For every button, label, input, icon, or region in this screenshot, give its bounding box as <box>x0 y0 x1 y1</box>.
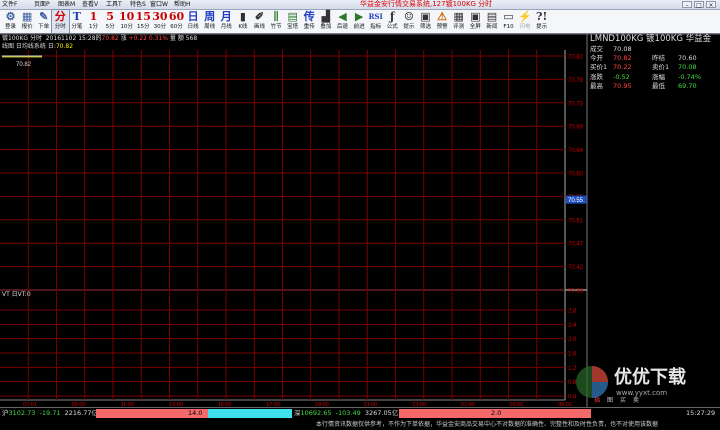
quote-value: 70.82 <box>613 54 632 63</box>
sz-up-bar: 2.0 <box>399 409 591 418</box>
volume-label-1: 2.4 <box>568 323 577 329</box>
price-label-5: 70.60 <box>568 172 584 178</box>
volume-label-3: 1.6 <box>568 352 577 358</box>
watermark: 优优下载 www.yyxt.com <box>572 360 720 406</box>
current-price-label: 70.82 <box>16 62 32 68</box>
quote-label: 涨幅 <box>652 72 665 81</box>
volume-label-2: 2.0 <box>568 337 577 343</box>
quote-label: 最高 <box>590 81 603 90</box>
quote-value: 70.08 <box>613 45 632 53</box>
price-label-4: 70.64 <box>568 148 584 154</box>
sh-change: -19.71 <box>39 409 61 417</box>
quote-label: 卖价1 <box>652 63 670 72</box>
sh-bar-value: 14.0 <box>188 409 203 417</box>
price-label-9: 70.42 <box>568 265 584 271</box>
sh-amount: 2216.77亿 <box>64 409 99 417</box>
watermark-logo-icon <box>576 366 608 398</box>
quote-value: -0.52 <box>613 72 630 81</box>
quote-label: 涨跌 <box>590 72 603 81</box>
volume-indicator-value: 0 <box>26 291 31 298</box>
price-label-8: 70.47 <box>568 242 584 248</box>
quote-value: 70.95 <box>613 81 632 90</box>
sh-down-bar <box>208 409 292 418</box>
sh-index: 沪3102.73 -19.71 2216.77亿 <box>2 408 98 419</box>
price-label-7: 70.51 <box>568 218 584 224</box>
volume-indicator: VT 日VT: <box>2 291 27 298</box>
disclaimer: 本行情资讯数据仅供参考，不作为下单依据，华益金安商品交易中心不对数据的准确性、完… <box>316 421 659 428</box>
sz-bar-value: 2.0 <box>491 409 502 417</box>
clock: 15:27:29 <box>686 409 716 417</box>
sz-index-value: 10692.65 <box>300 409 332 417</box>
quote-value: 69.70 <box>678 81 697 90</box>
quote-label: 成交 <box>590 45 603 53</box>
watermark-text: 优优下载 <box>614 367 686 388</box>
sz-index: 深10692.65 -103.49 3267.05亿 <box>294 408 398 419</box>
watermark-url: www.yyxt.com <box>616 389 668 397</box>
quote-label: 昨结 <box>652 54 665 63</box>
disclaimer-bar: 本行情资讯数据仅供参考，不作为下单依据，华益金安商品交易中心不对数据的准确性、完… <box>0 419 720 430</box>
quote-label: 最低 <box>652 81 665 90</box>
intraday-chart[interactable]: 70.82 70.78 70.73 70.69 70.64 70.60 70.55 70.51… <box>0 0 720 407</box>
sz-amount: 3267.05亿 <box>364 409 399 417</box>
quote-value: 70.08 <box>678 63 697 72</box>
quote-label: 买价1 <box>590 63 608 72</box>
price-label-0: 70.82 <box>568 55 584 61</box>
quote-panel-title: LMND100KG 镀100KG 华益金 <box>590 34 712 44</box>
price-label-2: 70.73 <box>568 101 584 107</box>
volume-header: VT 日VT:0 <box>2 291 31 299</box>
quote-value: -0.74% <box>678 72 701 81</box>
quote-label: 今开 <box>590 54 603 63</box>
price-label-3: 70.69 <box>568 125 584 131</box>
sz-change: -103.49 <box>335 409 361 417</box>
crosshair-price-text: 70.55 <box>568 198 584 204</box>
index-status-bar: 沪3102.73 -19.71 2216.77亿 14.0 深10692.65 … <box>0 407 720 419</box>
sh-index-value: 3102.73 <box>8 409 36 417</box>
quote-value: 70.22 <box>613 63 632 72</box>
quote-value: 70.60 <box>678 54 697 63</box>
price-label-10: 70.38 <box>568 289 584 295</box>
volume-label-0: 2.8 <box>568 309 577 315</box>
price-label-1: 70.78 <box>568 78 584 84</box>
sh-up-bar: 14.0 <box>96 409 208 418</box>
